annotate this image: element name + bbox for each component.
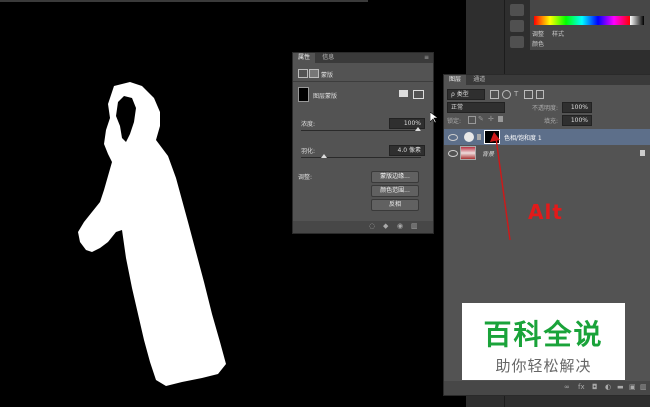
fill-input[interactable]: 100% <box>562 115 592 126</box>
divider <box>293 81 433 82</box>
feather-label: 羽化: <box>301 148 316 155</box>
visibility-eye-icon[interactable] <box>448 150 458 157</box>
filter-shape-icon[interactable] <box>524 90 533 99</box>
invert-button[interactable]: 反相 <box>371 199 419 211</box>
filter-type-icon[interactable]: T <box>514 90 518 98</box>
filter-search-icon: ρ <box>451 91 455 98</box>
tab-properties[interactable]: 属性 <box>293 53 316 63</box>
layer-style-icon[interactable]: fx <box>578 383 585 391</box>
canvas-top-strip <box>0 0 368 2</box>
new-layer-icon[interactable]: ▣ <box>629 383 636 391</box>
alt-key-annotation: Alt <box>528 200 563 224</box>
mouse-cursor-icon <box>430 112 438 124</box>
lock-position-icon[interactable]: ✛ <box>488 116 494 123</box>
color-range-button[interactable]: 颜色范围... <box>371 185 419 197</box>
color-panel: 调整 样式 颜色 <box>530 0 650 50</box>
history-icon[interactable] <box>510 4 524 16</box>
layer-row-background[interactable]: 背景 <box>444 145 650 161</box>
visibility-eye-icon[interactable] <box>448 134 458 141</box>
load-selection-icon[interactable]: ◌ <box>369 222 375 230</box>
visibility-icon[interactable]: ◉ <box>397 222 403 230</box>
color-label: 颜色 <box>532 41 545 48</box>
mode-label: 蒙版 <box>321 72 334 79</box>
opacity-input[interactable]: 100% <box>562 102 592 113</box>
trash-icon[interactable]: ▥ <box>411 222 418 230</box>
density-label: 浓度: <box>301 121 316 128</box>
adjustment-layer-icon <box>464 132 474 142</box>
mask-edge-button[interactable]: 蒙版边缘... <box>371 171 419 183</box>
opacity-label: 不透明度: <box>532 105 559 112</box>
watermark: 百科全说 助你轻松解决 <box>462 303 625 380</box>
lock-label: 锁定: <box>447 118 462 125</box>
new-group-icon[interactable]: ▬ <box>617 383 624 391</box>
new-adjustment-icon[interactable]: ◐ <box>605 383 611 391</box>
blend-mode-select[interactable]: 正常 <box>447 102 505 113</box>
density-slider-knob[interactable] <box>415 127 421 131</box>
background-layer-thumbnail <box>460 146 476 160</box>
vector-mask-icon[interactable] <box>309 69 319 78</box>
brush-settings-icon[interactable] <box>510 20 524 32</box>
tab-styles[interactable]: 样式 <box>552 31 564 38</box>
mask-thumbnail <box>298 87 309 102</box>
lock-pixels-icon[interactable]: ✎ <box>478 116 484 123</box>
filter-smart-icon[interactable] <box>536 90 544 99</box>
layers-tabbar: 图层 通道 <box>444 75 650 85</box>
adjust-icon[interactable] <box>510 36 524 48</box>
feather-slider[interactable] <box>301 157 421 158</box>
fill-label: 填充: <box>544 118 559 125</box>
lock-icon <box>640 150 645 156</box>
layer-filter-select[interactable]: ρ 类型 <box>447 89 485 100</box>
mask-silhouette <box>78 82 226 386</box>
density-slider[interactable] <box>301 130 421 131</box>
filter-pixel-icon[interactable] <box>490 90 499 99</box>
tab-layers[interactable]: 图层 <box>444 75 467 85</box>
mask-type-label: 图层蒙版 <box>313 93 338 100</box>
layer-row-hue-saturation[interactable]: 色相/饱和度 1 <box>444 129 650 145</box>
tab-info[interactable]: 信息 <box>317 53 339 63</box>
adjust-label: 调整: <box>298 174 313 181</box>
filter-adjustment-icon[interactable] <box>502 90 511 99</box>
layers-footer: ∞ fx ◘ ◐ ▬ ▣ ▥ <box>444 381 650 395</box>
color-spectrum[interactable] <box>534 16 630 25</box>
delete-layer-icon[interactable]: ▥ <box>640 383 647 391</box>
apply-mask-icon[interactable] <box>413 90 424 99</box>
color-spectrum-bw[interactable] <box>630 16 644 25</box>
properties-footer: ◌ ◆ ◉ ▥ <box>293 221 433 233</box>
select-mask-icon[interactable] <box>399 90 408 97</box>
annotation-arrow <box>490 132 511 241</box>
feather-input[interactable]: 4.0 像素 <box>389 145 425 156</box>
panel-menu-icon[interactable]: ≡ <box>424 54 429 61</box>
add-mask-icon[interactable]: ◘ <box>592 383 598 391</box>
watermark-subtitle: 助你轻松解决 <box>495 357 592 375</box>
tab-adjust[interactable]: 调整 <box>532 31 544 38</box>
link-layers-icon[interactable]: ∞ <box>564 383 570 391</box>
apply-icon[interactable]: ◆ <box>383 222 388 230</box>
filter-kind-label: 类型 <box>456 91 469 98</box>
mask-link-icon[interactable] <box>477 134 481 140</box>
lock-all-icon[interactable] <box>498 116 503 122</box>
properties-tabbar: 属性 信息 ≡ <box>293 53 433 63</box>
watermark-title: 百科全说 <box>483 318 604 351</box>
feather-slider-knob[interactable] <box>321 154 327 158</box>
tab-channels[interactable]: 通道 <box>468 75 490 85</box>
properties-panel: 属性 信息 ≡ 蒙版 图层蒙版 浓度: 100% 羽化: 4.0 像素 调整: … <box>292 52 434 234</box>
pixel-mask-icon[interactable] <box>298 69 308 78</box>
lock-transparent-icon[interactable] <box>468 116 476 124</box>
